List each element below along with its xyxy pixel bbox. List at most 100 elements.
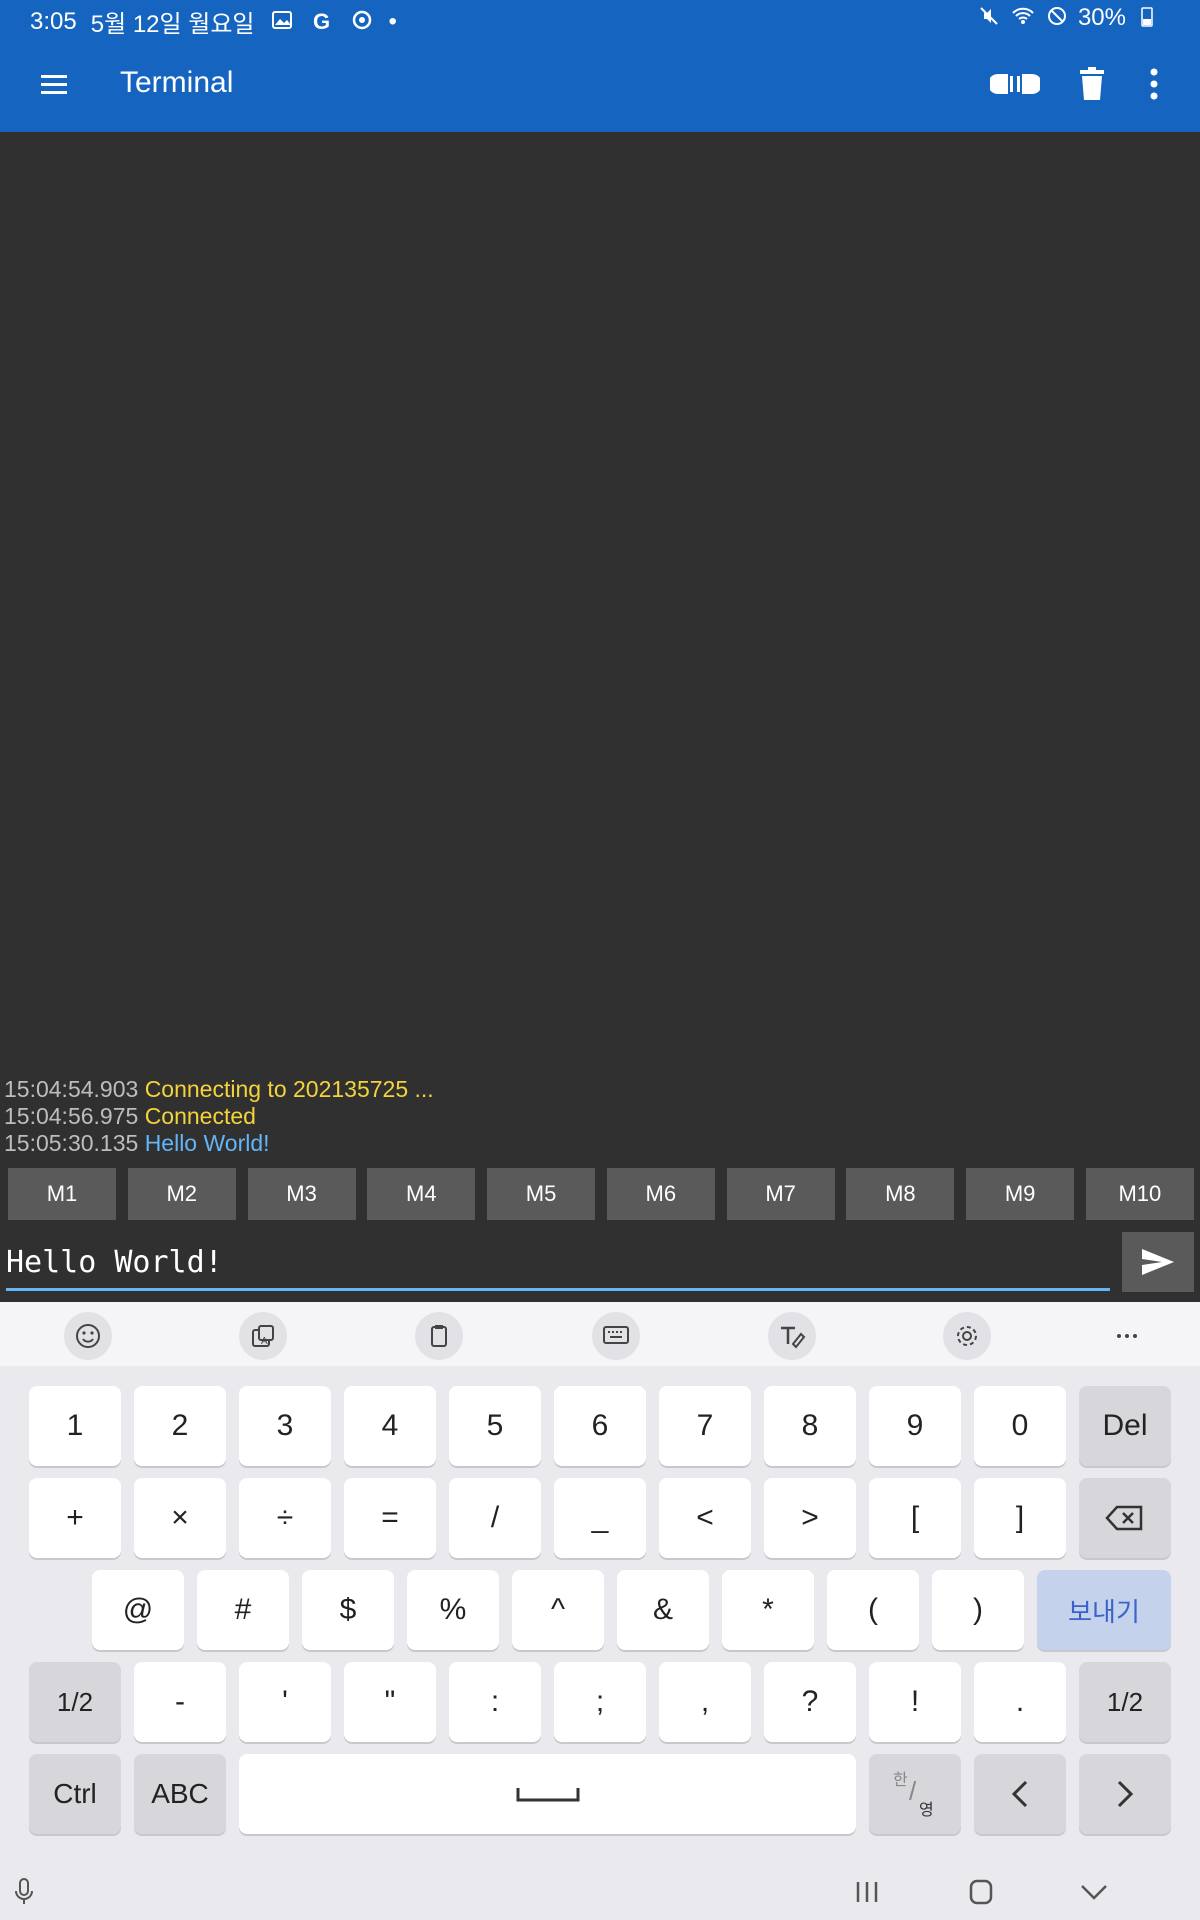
- target-icon: [349, 9, 375, 35]
- key-quote[interactable]: ": [344, 1662, 436, 1742]
- key-multiply[interactable]: ×: [134, 1478, 226, 1558]
- macro-button-m3[interactable]: M3: [247, 1168, 356, 1220]
- more-icon[interactable]: [1132, 62, 1176, 106]
- delete-icon[interactable]: [1070, 62, 1114, 106]
- terminal-log: 15:04:54.903 Connecting to 202135725 ...…: [4, 1076, 434, 1157]
- page-toggle-key-right[interactable]: 1/2: [1079, 1662, 1171, 1742]
- key-2[interactable]: 2: [134, 1386, 226, 1466]
- macro-button-m9[interactable]: M9: [966, 1168, 1075, 1220]
- handwriting-icon[interactable]: [768, 1312, 816, 1360]
- key-plus[interactable]: +: [29, 1478, 121, 1558]
- macro-button-m1[interactable]: M1: [8, 1168, 116, 1220]
- macro-bar: M1 M2 M3 M4 M5 M6 M7 M8 M9 M10: [8, 1168, 1194, 1220]
- key-dollar[interactable]: $: [302, 1570, 394, 1650]
- settings-icon[interactable]: [943, 1312, 991, 1360]
- key-underscore[interactable]: _: [554, 1478, 646, 1558]
- key-5[interactable]: 5: [449, 1386, 541, 1466]
- space-key[interactable]: [239, 1754, 856, 1834]
- cursor-right-key[interactable]: [1079, 1754, 1171, 1834]
- key-right-bracket[interactable]: ]: [974, 1478, 1066, 1558]
- status-date: 5월 12일 월요일: [90, 11, 255, 38]
- key-apostrophe[interactable]: ': [239, 1662, 331, 1742]
- send-text-input[interactable]: Hello World!: [6, 1232, 1110, 1291]
- terminal-output[interactable]: [0, 132, 1200, 1162]
- app-bar: Terminal: [0, 36, 1200, 132]
- wifi-icon: [1010, 5, 1036, 31]
- key-period[interactable]: .: [974, 1662, 1066, 1742]
- input-row: Hello World!: [0, 1232, 1200, 1302]
- home-icon[interactable]: [966, 1878, 996, 1911]
- emoji-icon[interactable]: [64, 1312, 112, 1360]
- macro-button-m2[interactable]: M2: [127, 1168, 236, 1220]
- key-1[interactable]: 1: [29, 1386, 121, 1466]
- macro-button-m7[interactable]: M7: [726, 1168, 835, 1220]
- key-comma[interactable]: ,: [659, 1662, 751, 1742]
- hide-keyboard-icon[interactable]: [1078, 1878, 1110, 1911]
- key-6[interactable]: 6: [554, 1386, 646, 1466]
- key-hash[interactable]: #: [197, 1570, 289, 1650]
- key-8[interactable]: 8: [764, 1386, 856, 1466]
- key-left-paren[interactable]: (: [827, 1570, 919, 1650]
- system-nav-bar: [0, 1866, 1200, 1920]
- page-toggle-key-left[interactable]: 1/2: [29, 1662, 121, 1742]
- log-line: 15:04:56.975 Connected: [4, 1103, 256, 1129]
- google-icon: G: [312, 8, 331, 34]
- keyboard-layout-icon[interactable]: [592, 1312, 640, 1360]
- key-4[interactable]: 4: [344, 1386, 436, 1466]
- backspace-key[interactable]: [1079, 1478, 1171, 1558]
- key-less-than[interactable]: <: [659, 1478, 751, 1558]
- key-semicolon[interactable]: ;: [554, 1662, 646, 1742]
- key-question[interactable]: ?: [764, 1662, 856, 1742]
- ctrl-key[interactable]: Ctrl: [29, 1754, 121, 1834]
- macro-button-m4[interactable]: M4: [367, 1168, 476, 1220]
- key-3[interactable]: 3: [239, 1386, 331, 1466]
- key-greater-than[interactable]: >: [764, 1478, 856, 1558]
- key-0[interactable]: 0: [974, 1386, 1066, 1466]
- key-right-paren[interactable]: ): [932, 1570, 1024, 1650]
- menu-icon[interactable]: [38, 68, 70, 100]
- connect-icon[interactable]: [988, 62, 1042, 106]
- svg-text:A: A: [261, 1336, 268, 1347]
- key-asterisk[interactable]: *: [722, 1570, 814, 1650]
- microphone-icon[interactable]: [12, 1876, 36, 1913]
- key-percent[interactable]: %: [407, 1570, 499, 1650]
- recent-apps-icon[interactable]: [852, 1878, 882, 1911]
- send-key[interactable]: 보내기: [1037, 1570, 1171, 1650]
- key-equals[interactable]: =: [344, 1478, 436, 1558]
- key-colon[interactable]: :: [449, 1662, 541, 1742]
- macro-button-m5[interactable]: M5: [487, 1168, 596, 1220]
- abc-key[interactable]: ABC: [134, 1754, 226, 1834]
- battery-icon: [1134, 5, 1160, 31]
- log-line: 15:05:30.135 Hello World!: [4, 1130, 270, 1156]
- dot-icon: •: [388, 7, 397, 35]
- del-key[interactable]: Del: [1079, 1386, 1171, 1466]
- key-left-bracket[interactable]: [: [869, 1478, 961, 1558]
- key-7[interactable]: 7: [659, 1386, 751, 1466]
- send-icon: [1142, 1249, 1174, 1275]
- mute-icon: [976, 5, 1002, 31]
- key-slash[interactable]: /: [449, 1478, 541, 1558]
- space-icon: [516, 1788, 579, 1802]
- macro-button-m6[interactable]: M6: [606, 1168, 715, 1220]
- keyboard-toolbar: A: [0, 1302, 1200, 1366]
- clipboard-icon[interactable]: [415, 1312, 463, 1360]
- key-exclamation[interactable]: !: [869, 1662, 961, 1742]
- macro-button-m10[interactable]: M10: [1085, 1168, 1194, 1220]
- send-button[interactable]: [1122, 1232, 1194, 1292]
- chevron-right-icon: [1117, 1780, 1134, 1808]
- key-divide[interactable]: ÷: [239, 1478, 331, 1558]
- battery-percent: 30%: [1077, 4, 1126, 31]
- key-caret[interactable]: ^: [512, 1570, 604, 1650]
- cursor-left-key[interactable]: [974, 1754, 1066, 1834]
- key-hyphen[interactable]: -: [134, 1662, 226, 1742]
- key-ampersand[interactable]: &: [617, 1570, 709, 1650]
- key-9[interactable]: 9: [869, 1386, 961, 1466]
- gallery-icon: [269, 9, 295, 35]
- key-at[interactable]: @: [92, 1570, 184, 1650]
- macro-button-m8[interactable]: M8: [846, 1168, 955, 1220]
- soft-keyboard: A 1 2 3 4 5 6 7 8 9 0 Del + × ÷ = / _ < …: [0, 1302, 1200, 1920]
- translate-icon[interactable]: A: [239, 1312, 287, 1360]
- language-switch-key[interactable]: 한 / 영: [869, 1754, 961, 1834]
- page-title: Terminal: [120, 66, 234, 99]
- more-icon[interactable]: [1103, 1312, 1151, 1360]
